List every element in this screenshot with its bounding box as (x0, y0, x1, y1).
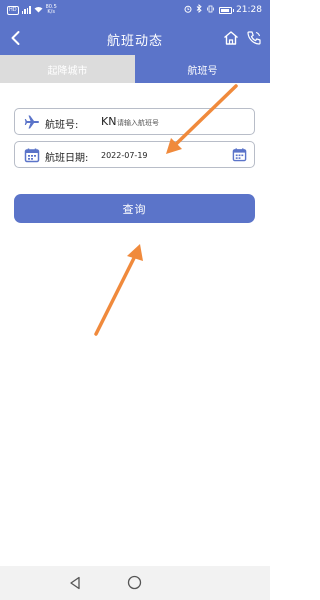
status-bar: HD 80.5 K/s 21:28 (0, 0, 270, 22)
status-time: 21:28 (236, 5, 262, 15)
calendar-icon (24, 148, 40, 163)
status-left: HD 80.5 K/s (7, 5, 57, 15)
flight-date-field[interactable]: 航班日期: 2022-07-19 (14, 141, 255, 168)
query-button[interactable]: 查询 (14, 194, 255, 223)
phone-button[interactable] (245, 29, 263, 47)
status-right: 21:28 (184, 4, 262, 16)
speed-unit: K/s (47, 9, 55, 15)
tab-flight-number[interactable]: 航班号 (135, 55, 270, 83)
nav-home-icon[interactable] (127, 575, 142, 590)
flight-number-input[interactable] (117, 116, 237, 129)
tab-bar: 起降城市 航班号 (0, 55, 270, 83)
battery-icon (219, 6, 235, 14)
network-speed: 80.5 K/s (46, 5, 57, 15)
flight-date-label: 航班日期: (45, 153, 89, 164)
system-nav-bar (0, 566, 270, 600)
airplane-icon (24, 115, 39, 129)
bluetooth-icon (196, 4, 202, 16)
alarm-icon (184, 5, 192, 16)
calendar-picker-icon[interactable] (232, 147, 247, 162)
flight-number-field[interactable]: 航班号: KN (14, 108, 255, 135)
vibrate-icon (206, 5, 215, 16)
arrow-to-query-button (94, 244, 143, 336)
nav-back-icon[interactable] (68, 576, 82, 590)
wifi-icon (34, 6, 43, 15)
annotation-arrows (94, 84, 238, 336)
network-badge: HD (7, 5, 19, 15)
flight-number-label: 航班号: (45, 120, 79, 131)
airline-code: KN (101, 115, 117, 128)
flight-date-value[interactable]: 2022-07-19 (101, 151, 148, 160)
tab-departure-city[interactable]: 起降城市 (0, 55, 135, 83)
phone-icon (247, 31, 261, 45)
home-button[interactable] (222, 29, 240, 47)
home-icon (224, 31, 238, 45)
app-header: 航班动态 (0, 22, 270, 55)
signal-icon (21, 6, 31, 14)
